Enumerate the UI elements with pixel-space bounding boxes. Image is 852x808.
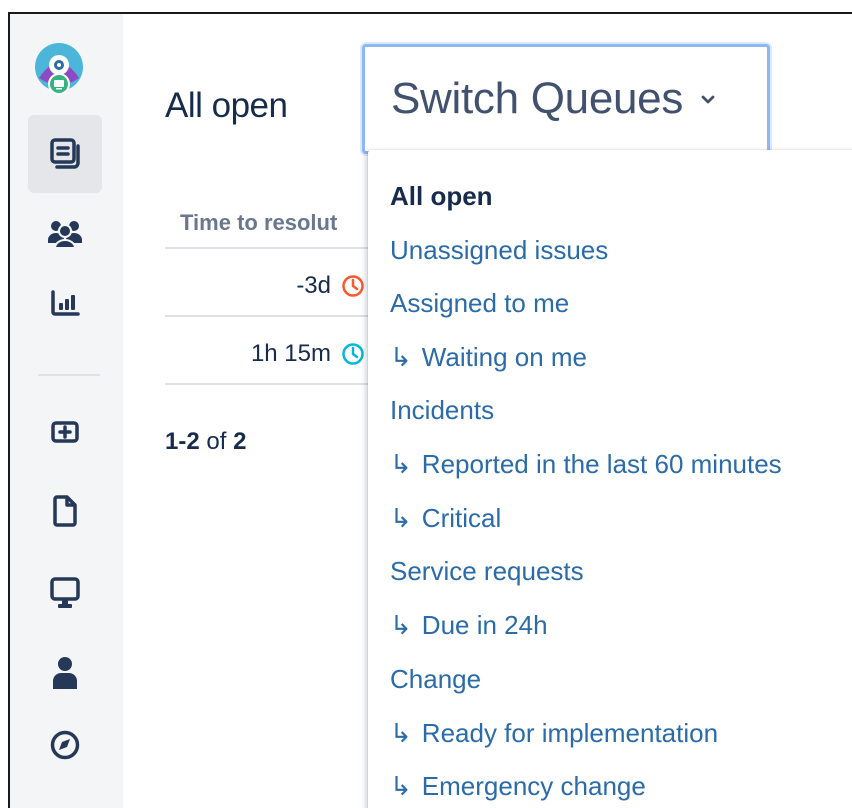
queue-menu-item-label: Change [390, 664, 482, 694]
sidebar-divider [38, 374, 100, 376]
row-divider [165, 315, 385, 317]
switch-queues-label: Switch Queues [391, 74, 684, 123]
clock-ok-icon [342, 343, 364, 365]
header-divider [165, 247, 385, 249]
queue-menu-item-label: Emergency change [421, 771, 646, 801]
table-row[interactable]: -3d [165, 266, 365, 306]
chevron-down-icon [701, 95, 715, 104]
queue-menu-item-label: Waiting on me [421, 342, 588, 372]
sidebar-item-customers[interactable] [28, 194, 102, 272]
time-to-resolution: 1h 15m [250, 340, 331, 367]
sidebar-item-reports[interactable] [28, 264, 102, 342]
time-to-resolution: -3d [296, 272, 331, 299]
column-header-time-to-resolution[interactable]: Time to resolut [180, 210, 337, 236]
queues-icon [50, 138, 80, 169]
subqueue-arrow-icon: ↳ [390, 342, 412, 372]
queue-menu-item[interactable]: ↳ Reported in the last 60 minutes [390, 449, 782, 480]
app-frame: All open Switch Queues Time to resolut -… [8, 12, 852, 808]
page-title: All open [165, 86, 288, 125]
queue-menu-item[interactable]: ↳ Waiting on me [390, 342, 587, 373]
queue-menu-item[interactable]: Incidents [390, 395, 494, 426]
queues-menu: All open Unassigned issues Assigned to me ↳… [368, 150, 852, 808]
sidebar [10, 14, 123, 808]
queue-menu-item-label: All open [390, 181, 493, 211]
pagination-summary: 1-2 of 2 [165, 428, 247, 455]
queue-menu-item-label: Unassigned issues [390, 235, 609, 265]
subqueue-arrow-icon: ↳ [390, 771, 412, 801]
switch-queues-dropdown[interactable]: Switch Queues [362, 44, 770, 154]
queue-menu-item-label: Service requests [390, 556, 584, 586]
clock-overdue-icon [342, 275, 364, 297]
project-avatar[interactable] [32, 42, 86, 96]
queue-menu-item[interactable]: All open [390, 181, 493, 212]
sidebar-item-people[interactable] [28, 634, 102, 712]
queue-menu-item-label: Incidents [390, 395, 495, 425]
subqueue-arrow-icon: ↳ [390, 449, 412, 479]
people-icon [53, 657, 77, 689]
sidebar-item-add[interactable] [28, 394, 102, 472]
queue-menu-item[interactable]: Change [390, 664, 481, 695]
queue-menu-item-label: Ready for implementation [421, 718, 719, 748]
queue-menu-item[interactable]: ↳ Due in 24h [390, 610, 548, 641]
row-divider [165, 383, 385, 385]
sidebar-item-channels[interactable] [28, 554, 102, 632]
subqueue-arrow-icon: ↳ [390, 503, 412, 533]
table-row[interactable]: 1h 15m [165, 334, 365, 374]
sidebar-item-queues[interactable] [28, 115, 102, 193]
queue-menu-item[interactable]: Assigned to me [390, 288, 569, 319]
queue-menu-item-label: Reported in the last 60 minutes [421, 449, 782, 479]
queue-menu-item-label: Due in 24h [421, 610, 548, 640]
knowledge-base-icon [53, 495, 77, 527]
subqueue-arrow-icon: ↳ [390, 610, 412, 640]
sidebar-item-getting-started[interactable] [28, 706, 102, 784]
subqueue-arrow-icon: ↳ [390, 718, 412, 748]
customers-icon [48, 221, 82, 248]
queue-menu-item[interactable]: ↳ Emergency change [390, 771, 646, 802]
reports-icon [51, 290, 80, 316]
queue-menu-item[interactable]: ↳ Critical [390, 503, 501, 534]
queue-menu-item[interactable]: Unassigned issues [390, 235, 608, 266]
channels-icon [50, 577, 80, 608]
getting-started-icon [50, 730, 80, 760]
queue-menu-item[interactable]: ↳ Ready for implementation [390, 718, 718, 749]
sidebar-item-knowledge-base[interactable] [28, 472, 102, 550]
queue-menu-item-label: Critical [421, 503, 502, 533]
queue-menu-item[interactable]: Service requests [390, 556, 584, 587]
queue-menu-item-label: Assigned to me [390, 288, 570, 318]
add-item-icon [51, 421, 79, 443]
